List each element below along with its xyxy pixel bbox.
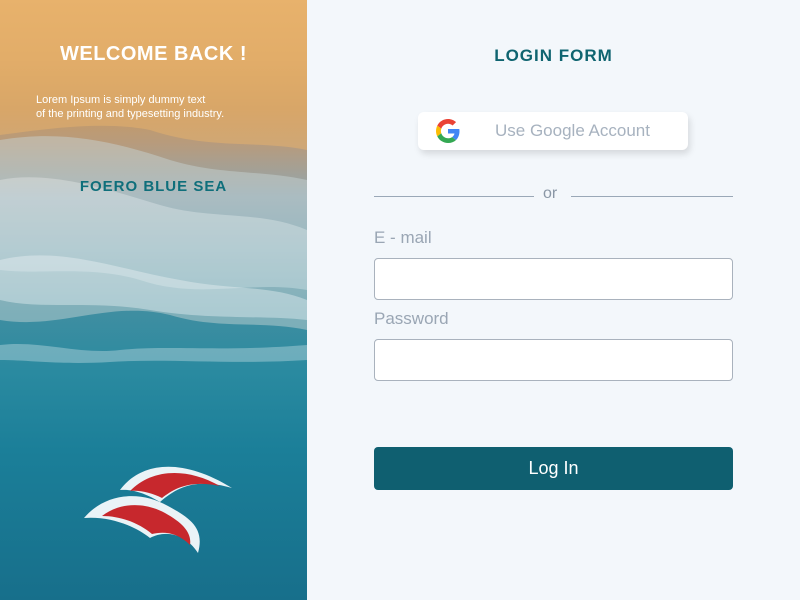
google-login-button[interactable]: Use Google Account	[418, 112, 688, 150]
email-label: E - mail	[374, 228, 432, 247]
divider-text: or	[543, 185, 558, 202]
password-field[interactable]	[374, 339, 733, 381]
login-page: WELCOME BACK ! Lorem Ipsum is simply dum…	[0, 0, 800, 600]
divider-line-left	[374, 196, 534, 197]
login-button[interactable]: Log In	[374, 447, 733, 490]
subtext-line-1: Lorem Ipsum is simply dummy text	[36, 94, 206, 106]
password-label: Password	[374, 309, 449, 328]
google-button-label: Use Google Account	[495, 121, 650, 140]
form-title: LOGIN FORM	[494, 46, 613, 65]
brand-name: FOERO BLUE SEA	[79, 178, 228, 195]
or-divider: or	[374, 185, 733, 209]
divider-line-right	[571, 196, 733, 197]
subtext-line-2: of the printing and typesetting industry…	[36, 108, 225, 120]
welcome-heading: WELCOME BACK !	[60, 43, 247, 65]
email-field[interactable]	[374, 258, 733, 300]
login-form-panel: LOGIN FORM Use Google Account or E - mai…	[307, 0, 800, 600]
left-hero-panel: WELCOME BACK ! Lorem Ipsum is simply dum…	[0, 0, 307, 600]
wave-logo	[84, 466, 232, 553]
google-icon	[436, 119, 460, 143]
welcome-subtext: Lorem Ipsum is simply dummy text of the …	[36, 93, 286, 121]
